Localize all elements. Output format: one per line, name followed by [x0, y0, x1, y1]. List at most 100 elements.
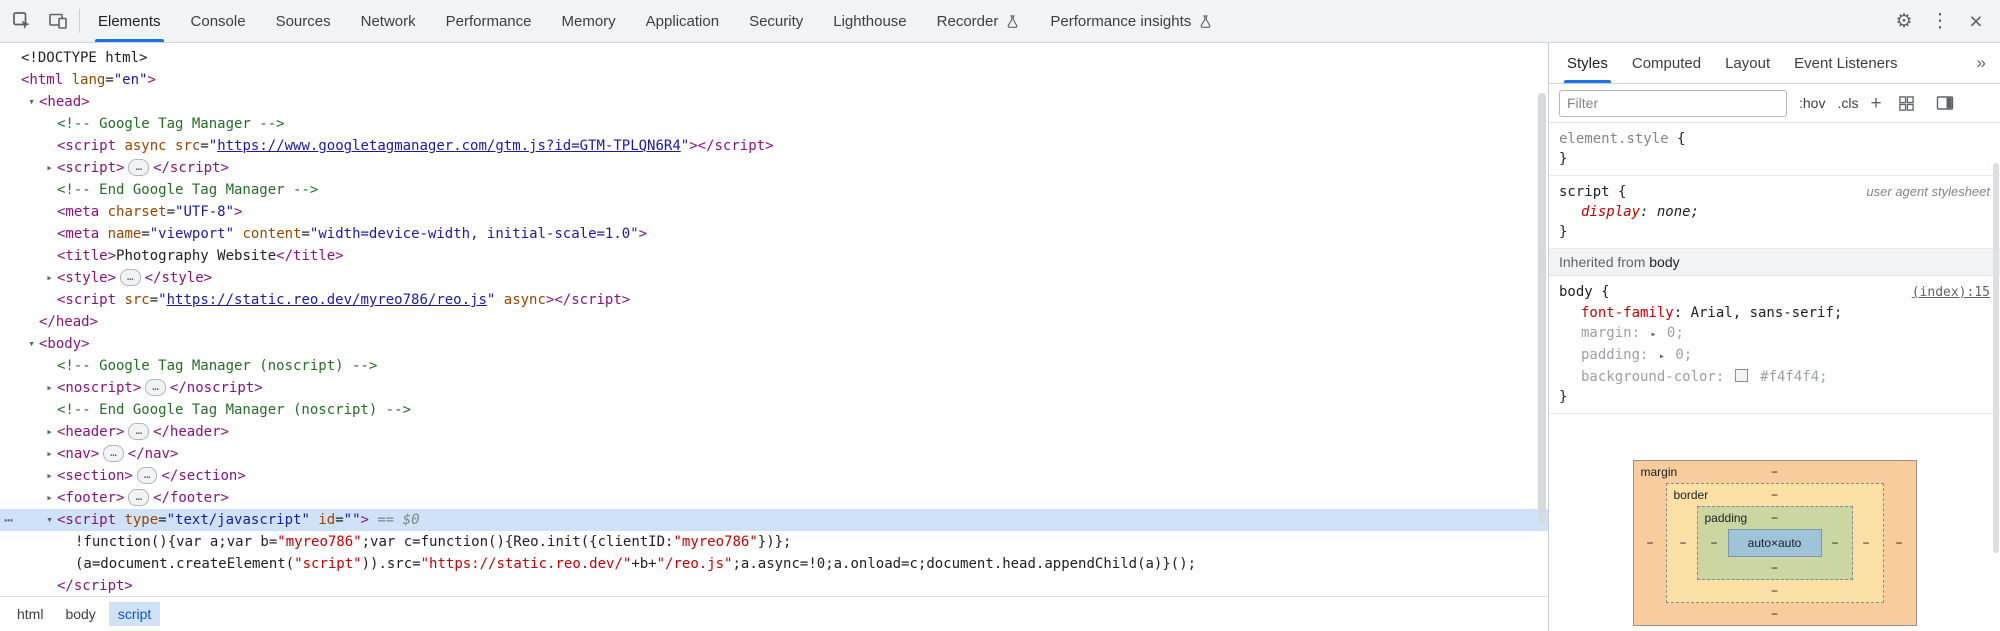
expand-arrow-icon[interactable]: ▸	[42, 421, 57, 443]
tree-row[interactable]: <meta name="viewport" content="width=dev…	[0, 223, 1548, 245]
expand-ellipsis-button[interactable]: …	[128, 159, 149, 176]
expand-ellipsis-button[interactable]: …	[128, 489, 149, 506]
tree-row[interactable]: <!-- End Google Tag Manager -->	[0, 179, 1548, 201]
expand-arrow-icon[interactable]: ▸	[42, 465, 57, 487]
border-bottom-value[interactable]: −	[1771, 584, 1778, 598]
expand-ellipsis-button[interactable]: …	[103, 445, 124, 462]
margin-right-value[interactable]: −	[1895, 536, 1902, 550]
breadcrumb-item-script[interactable]: script	[109, 602, 160, 626]
styles-scrollbar[interactable]	[1993, 163, 1999, 553]
expand-arrow-icon[interactable]: ▾	[24, 91, 39, 113]
tree-row[interactable]: ▸<header>…</header>	[0, 421, 1548, 443]
padding-left-value[interactable]: −	[1711, 536, 1718, 550]
tab-memory[interactable]: Memory	[547, 0, 631, 42]
toggle-computed-sidebar-button[interactable]	[1932, 94, 1958, 112]
tab-performance-insights[interactable]: Performance insights	[1035, 0, 1228, 42]
device-toolbar-button[interactable]	[40, 0, 76, 42]
tree-row[interactable]: </script>	[0, 575, 1548, 596]
tab-application[interactable]: Application	[631, 0, 734, 42]
expand-arrow-icon[interactable]: ▾	[42, 509, 57, 531]
style-line[interactable]: element.style {	[1559, 129, 1990, 149]
tree-row[interactable]: <!-- Google Tag Manager (noscript) -->	[0, 355, 1548, 377]
expand-ellipsis-button[interactable]: …	[120, 269, 141, 286]
toggle-element-state-button[interactable]: :hov	[1799, 95, 1825, 111]
tree-row[interactable]: ▸<nav>…</nav>	[0, 443, 1548, 465]
style-line[interactable]: display: none;	[1559, 202, 1990, 222]
tab-network[interactable]: Network	[346, 0, 431, 42]
elements-scrollbar[interactable]	[1538, 93, 1546, 523]
style-line[interactable]: font-family: Arial, sans-serif;	[1559, 303, 1990, 323]
color-swatch[interactable]	[1735, 369, 1748, 382]
tree-row[interactable]: ▸<section>…</section>	[0, 465, 1548, 487]
margin-left-value[interactable]: −	[1647, 536, 1654, 550]
style-line[interactable]: margin: ▸ 0;	[1559, 323, 1990, 345]
style-line[interactable]: body {(index):15	[1559, 282, 1990, 303]
settings-button[interactable]: ⚙	[1886, 0, 1922, 42]
tab-recorder[interactable]: Recorder	[922, 0, 1036, 42]
attribute-link[interactable]: https://static.reo.dev/myreo786/reo.js	[167, 292, 487, 308]
more-options-button[interactable]: ⋮	[1922, 0, 1958, 42]
rendering-emulations-button[interactable]	[1894, 95, 1920, 112]
tree-row[interactable]: (a=document.createElement("script")).src…	[0, 553, 1548, 575]
expand-arrow-icon[interactable]: ▸	[42, 267, 57, 289]
margin-top-value[interactable]: −	[1771, 465, 1778, 479]
margin-bottom-value[interactable]: −	[1771, 607, 1778, 621]
expand-ellipsis-button[interactable]: …	[137, 467, 158, 484]
box-model-margin[interactable]: margin − − − − border − − − − padding	[1633, 460, 1917, 626]
tab-styles[interactable]: Styles	[1555, 43, 1620, 83]
tab-security[interactable]: Security	[734, 0, 818, 42]
stylesheet-source-link[interactable]: (index):15	[1902, 283, 1990, 303]
box-model-border[interactable]: border − − − − padding − − − − au	[1666, 483, 1884, 603]
tab-elements[interactable]: Elements	[83, 0, 176, 42]
expand-arrow-icon[interactable]: ▾	[24, 333, 39, 355]
tab-computed[interactable]: Computed	[1620, 43, 1713, 83]
border-top-value[interactable]: −	[1771, 488, 1778, 502]
tree-row[interactable]: ▾<head>	[0, 91, 1548, 113]
tree-row[interactable]: !function(){var a;var b="myreo786";var c…	[0, 531, 1548, 553]
tab-console[interactable]: Console	[176, 0, 261, 42]
styles-filter-input[interactable]	[1559, 90, 1787, 117]
tab-layout[interactable]: Layout	[1713, 43, 1782, 83]
tree-row[interactable]: </head>	[0, 311, 1548, 333]
expand-arrow-icon[interactable]: ▸	[42, 377, 57, 399]
style-line[interactable]: script {user agent stylesheet	[1559, 182, 1990, 202]
expand-arrow-icon[interactable]: ▸	[42, 487, 57, 509]
tree-row[interactable]: ▸<footer>…</footer>	[0, 487, 1548, 509]
expand-ellipsis-button[interactable]: …	[145, 379, 166, 396]
tree-row[interactable]: ▸<noscript>…</noscript>	[0, 377, 1548, 399]
tree-row[interactable]: ▸<script>…</script>	[0, 157, 1548, 179]
style-line[interactable]: padding: ▸ 0;	[1559, 345, 1990, 367]
tab-sources[interactable]: Sources	[261, 0, 346, 42]
style-line[interactable]: background-color: #f4f4f4;	[1559, 367, 1990, 387]
attribute-link[interactable]: https://www.googletagmanager.com/gtm.js?…	[217, 138, 681, 154]
tab-lighthouse[interactable]: Lighthouse	[818, 0, 921, 42]
tree-row[interactable]: <title>Photography Website</title>	[0, 245, 1548, 267]
tree-row[interactable]: <!-- End Google Tag Manager (noscript) -…	[0, 399, 1548, 421]
tree-row[interactable]: ▾<body>	[0, 333, 1548, 355]
more-tabs-button[interactable]: »	[1969, 43, 1994, 83]
box-model-content[interactable]: auto×auto	[1728, 529, 1822, 557]
row-actions-icon[interactable]: ⋯	[4, 509, 12, 531]
tree-row[interactable]: <script async src="https://www.googletag…	[0, 135, 1548, 157]
inherited-node-link[interactable]: body	[1649, 254, 1679, 270]
border-left-value[interactable]: −	[1680, 536, 1687, 550]
tab-event-listeners[interactable]: Event Listeners	[1782, 43, 1909, 83]
breadcrumb-item-html[interactable]: html	[8, 602, 52, 626]
style-line[interactable]: }	[1559, 387, 1990, 407]
padding-top-value[interactable]: −	[1771, 511, 1778, 525]
tree-row[interactable]: ▸<style>…</style>	[0, 267, 1548, 289]
element-classes-button[interactable]: .cls	[1837, 95, 1858, 111]
style-line[interactable]: }	[1559, 222, 1990, 242]
expand-arrow-icon[interactable]: ▸	[42, 157, 57, 179]
tree-row[interactable]: ▾<script type="text/javascript" id=""> =…	[0, 509, 1548, 531]
close-devtools-button[interactable]: ×	[1958, 0, 1994, 42]
box-model-padding[interactable]: padding − − − − auto×auto	[1697, 506, 1853, 580]
inspect-element-button[interactable]	[4, 0, 40, 42]
tab-performance[interactable]: Performance	[431, 0, 547, 42]
tree-row[interactable]: <meta charset="UTF-8">	[0, 201, 1548, 223]
padding-bottom-value[interactable]: −	[1771, 561, 1778, 575]
tree-row[interactable]: <!DOCTYPE html>	[0, 47, 1548, 69]
padding-right-value[interactable]: −	[1831, 536, 1838, 550]
tree-row[interactable]: <html lang="en">	[0, 69, 1548, 91]
border-right-value[interactable]: −	[1862, 536, 1869, 550]
